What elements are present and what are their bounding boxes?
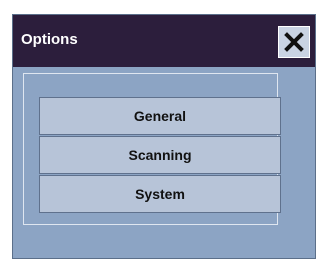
- general-button[interactable]: General: [39, 97, 281, 135]
- dialog-title: Options: [21, 31, 78, 48]
- dialog-titlebar: Options: [13, 15, 315, 67]
- scanning-button[interactable]: Scanning: [39, 136, 281, 174]
- close-button[interactable]: [278, 26, 310, 58]
- system-button[interactable]: System: [39, 175, 281, 213]
